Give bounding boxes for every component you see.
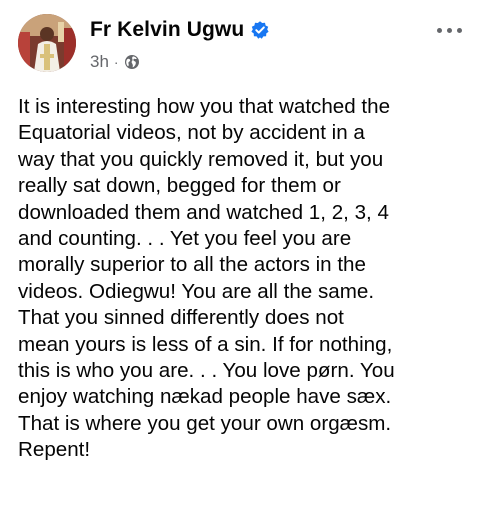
post-meta: 3h · — [90, 52, 140, 72]
more-dot — [456, 27, 462, 33]
verified-badge-icon — [250, 20, 270, 40]
avatar-photo — [18, 14, 76, 72]
more-dot — [436, 27, 442, 33]
author-row: Fr Kelvin Ugwu — [90, 18, 270, 42]
post-timestamp[interactable]: 3h — [90, 52, 109, 72]
post-body-text: It is interesting how you that watched t… — [18, 95, 395, 462]
more-dot — [446, 27, 452, 33]
meta-separator: · — [113, 54, 119, 70]
globe-icon[interactable] — [124, 54, 140, 70]
facebook-post: Fr Kelvin Ugwu 3h · It is interesting ho… — [0, 0, 480, 520]
more-options-icon[interactable] — [432, 20, 466, 40]
author-name[interactable]: Fr Kelvin Ugwu — [90, 18, 244, 42]
author-avatar[interactable] — [18, 14, 76, 72]
